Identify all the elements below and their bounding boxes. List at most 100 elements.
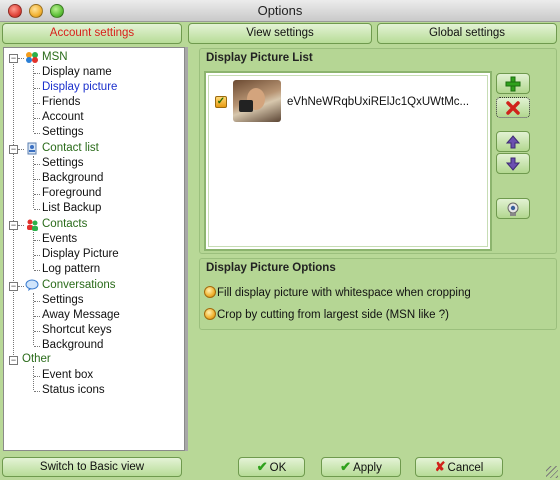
tree-item-contacts-display-picture[interactable]: Display Picture: [42, 248, 119, 260]
tree-item-event-box[interactable]: Event box: [42, 369, 93, 381]
tree-group-msn[interactable]: MSN: [42, 51, 68, 63]
tree-connector: [34, 331, 40, 332]
tab-view-settings[interactable]: View settings: [188, 23, 372, 44]
tree-connector: [34, 255, 40, 256]
speech-bubble-icon: [25, 279, 39, 291]
tree-connector: [34, 376, 40, 377]
window-title: Options: [257, 3, 303, 18]
cancel-button[interactable]: ✘ Cancel: [415, 457, 503, 477]
tree-root-line: [13, 58, 14, 361]
tree-connector: [34, 103, 40, 104]
option-fill-whitespace[interactable]: Fill display picture with whitespace whe…: [204, 286, 471, 299]
add-picture-button[interactable]: [496, 73, 530, 94]
remove-icon: [506, 101, 520, 115]
msn-butterfly-icon: [26, 52, 38, 63]
tree-group-contacts[interactable]: Contacts: [42, 218, 87, 230]
tree-group-conversations[interactable]: Conversations: [42, 279, 116, 291]
add-icon: [505, 76, 521, 92]
resize-grip[interactable]: [546, 466, 558, 478]
checkmark-icon: ✔: [256, 459, 268, 474]
tree-item-contact-list-settings[interactable]: Settings: [42, 157, 84, 169]
tree-connector: [34, 118, 40, 119]
tree-item-events[interactable]: Events: [42, 233, 77, 245]
apply-button[interactable]: ✔ Apply: [321, 457, 401, 477]
option-crop-largest-side-label: Crop by cutting from largest side (MSN l…: [217, 309, 449, 321]
tree-item-account[interactable]: Account: [42, 111, 84, 123]
tree-connector: [34, 88, 40, 89]
tab-global-settings[interactable]: Global settings: [377, 23, 557, 44]
switch-to-basic-view-button[interactable]: Switch to Basic view: [2, 457, 182, 477]
move-up-button[interactable]: [496, 131, 530, 152]
tree-connector: [34, 270, 40, 271]
display-picture-options-panel: Display Picture Options Fill display pic…: [199, 258, 557, 330]
radio-crop-largest-side[interactable]: [204, 308, 216, 320]
cross-icon: ✘: [434, 459, 446, 474]
radio-fill-whitespace[interactable]: [204, 286, 216, 298]
tree-item-conversation-settings[interactable]: Settings: [42, 294, 84, 306]
tree-splitter[interactable]: [185, 47, 188, 451]
collapse-toggle-contacts[interactable]: −: [9, 221, 18, 230]
option-fill-whitespace-label: Fill display picture with whitespace whe…: [217, 287, 471, 299]
ok-button[interactable]: ✔ OK: [238, 457, 305, 477]
options-window: Options Account settings View settings G…: [0, 0, 560, 480]
collapse-toggle-msn[interactable]: −: [9, 54, 18, 63]
checkmark-icon: ✔: [340, 459, 352, 474]
collapse-toggle-other[interactable]: −: [9, 356, 18, 365]
tree-connector: [34, 316, 40, 317]
apply-label: Apply: [353, 462, 382, 474]
tree-connector: [34, 179, 40, 180]
tree-item-log-pattern[interactable]: Log pattern: [42, 263, 100, 275]
tree-connector: [34, 391, 40, 392]
tree-connector: [34, 346, 40, 347]
contact-list-icon: [27, 142, 37, 155]
webcam-capture-button[interactable]: [496, 198, 530, 219]
ok-label: OK: [269, 462, 287, 474]
tree-item-contact-list-background[interactable]: Background: [42, 172, 103, 184]
remove-picture-button[interactable]: [496, 97, 530, 118]
tree-connector: [18, 225, 24, 226]
display-picture-listbox[interactable]: ✓ eVhNeWRqbUxiRElJc1QxUWtMc...: [204, 71, 492, 251]
title-bar[interactable]: Options: [0, 0, 560, 22]
tab-account-settings[interactable]: Account settings: [2, 23, 182, 44]
tree-branch-line: [33, 366, 34, 390]
tree-item-display-picture[interactable]: Display picture: [42, 81, 117, 93]
tree-item-msn-settings[interactable]: Settings: [42, 126, 84, 138]
tree-item-list-backup[interactable]: List Backup: [42, 202, 101, 214]
tree-group-contact-list[interactable]: Contact list: [42, 142, 99, 154]
tree-connector: [34, 209, 40, 210]
display-picture-list-panel: Display Picture List ✓ eVhNeWRqbUxiRElJc…: [199, 48, 557, 254]
tree-connector: [18, 58, 24, 59]
move-down-button[interactable]: [496, 153, 530, 174]
tree-item-conversation-background[interactable]: Background: [42, 339, 103, 351]
tree-connector: [34, 73, 40, 74]
display-picture-list-title: Display Picture List: [206, 52, 313, 64]
tree-item-shortcut-keys[interactable]: Shortcut keys: [42, 324, 112, 336]
tree-branch-line: [33, 232, 34, 269]
contacts-icon: [27, 219, 38, 231]
tree-item-status-icons[interactable]: Status icons: [42, 384, 105, 396]
tree-group-other[interactable]: Other: [22, 353, 51, 365]
settings-tree[interactable]: − MSN Display name Display picture Frien…: [3, 47, 185, 451]
tree-item-foreground[interactable]: Foreground: [42, 187, 101, 199]
tree-connector: [34, 194, 40, 195]
tree-connector: [18, 286, 24, 287]
collapse-toggle-contact-list[interactable]: −: [9, 145, 18, 154]
collapse-toggle-conversations[interactable]: −: [9, 282, 18, 291]
move-up-icon: [505, 135, 521, 149]
tree-connector: [34, 301, 40, 302]
tree-connector: [18, 149, 24, 150]
thumbnail-camera: [239, 100, 253, 112]
tree-item-away-message[interactable]: Away Message: [42, 309, 120, 321]
tree-connector: [34, 240, 40, 241]
tree-item-friends[interactable]: Friends: [42, 96, 80, 108]
move-down-icon: [505, 157, 521, 171]
webcam-icon: [507, 202, 519, 216]
tree-item-display-name[interactable]: Display name: [42, 66, 112, 78]
display-picture-filename[interactable]: eVhNeWRqbUxiRElJc1QxUWtMc...: [287, 96, 469, 108]
listbox-inner: ✓ eVhNeWRqbUxiRElJc1QxUWtMc...: [208, 75, 488, 247]
tree-connector: [34, 133, 40, 134]
tree-branch-line: [33, 65, 34, 132]
option-crop-largest-side[interactable]: Crop by cutting from largest side (MSN l…: [204, 308, 449, 321]
picture-checkbox[interactable]: ✓: [215, 96, 227, 108]
display-picture-thumbnail[interactable]: [233, 80, 281, 122]
